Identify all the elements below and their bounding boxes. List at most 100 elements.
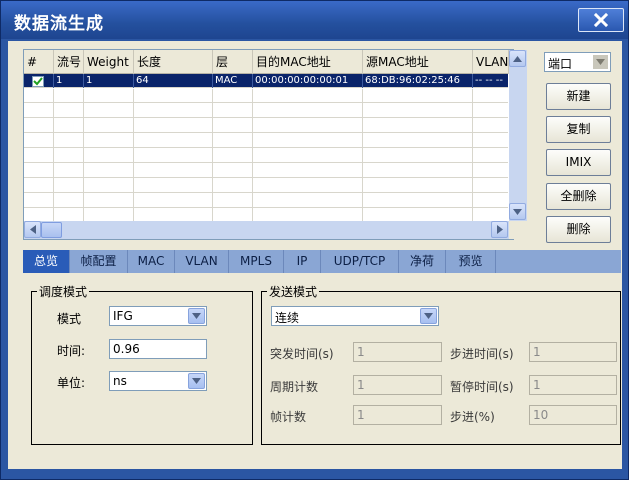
scroll-corner	[509, 221, 527, 239]
tab-bar: 总览 帧配置 MAC VLAN MPLS IP UDP/TCP 净荷 预览	[23, 250, 621, 273]
step-percent-input[interactable]: 10	[529, 405, 617, 425]
port-select-value: 端口	[548, 57, 573, 71]
cell-length: 64	[134, 74, 213, 88]
grid-line	[472, 89, 473, 221]
grid-line	[362, 89, 363, 221]
pause-time-input[interactable]: 1	[529, 375, 617, 395]
cell-src-mac: 68:DB:96:02:25:46	[363, 74, 473, 88]
checkmark-icon	[33, 77, 43, 86]
tab-frame-config[interactable]: 帧配置	[70, 250, 128, 273]
send-mode-dropdown-button[interactable]	[420, 308, 437, 324]
scroll-right-button[interactable]	[491, 221, 508, 238]
port-select[interactable]: 端口	[544, 52, 611, 72]
column-header-index[interactable]: #	[24, 50, 54, 74]
schedule-mode-group: 调度模式 模式 IFG 时间: 0.96 单位: ns	[31, 283, 253, 445]
scroll-up-button[interactable]	[509, 50, 526, 67]
tab-mac[interactable]: MAC	[128, 250, 175, 273]
close-button[interactable]	[578, 8, 624, 32]
table-header: # 流号 Weight 长度 层 目的MAC地址 源MAC地址 VLAN	[24, 50, 509, 74]
grid-line	[83, 89, 84, 221]
send-mode-group: 发送模式 连续 突发时间(s) 1 步进时间(s) 1 周期计数 1 暂停时间(…	[261, 283, 621, 445]
cell-flow: 1	[54, 74, 84, 88]
overview-panel: 调度模式 模式 IFG 时间: 0.96 单位: ns 发送模式 连续 突发时间…	[23, 273, 621, 463]
column-header-dst-mac[interactable]: 目的MAC地址	[253, 50, 363, 74]
vertical-scrollbar[interactable]	[509, 50, 527, 223]
chevron-down-icon	[596, 59, 605, 65]
frame-count-input[interactable]: 1	[353, 405, 442, 425]
cell-weight: 1	[84, 74, 134, 88]
dialog-window: 数据流生成 # 流号 Weight 长度 层 目的MAC地址 源MAC地址 VL…	[0, 0, 629, 480]
schedule-mode-title: 调度模式	[37, 283, 90, 300]
mode-select[interactable]: IFG	[109, 306, 207, 326]
table-row-empty	[24, 164, 508, 178]
close-icon	[593, 12, 609, 28]
mode-dropdown-button[interactable]	[188, 308, 205, 324]
column-header-flow[interactable]: 流号	[54, 50, 84, 74]
delete-button[interactable]: 删除	[546, 216, 611, 243]
table-row-empty	[24, 179, 508, 193]
period-count-input[interactable]: 1	[353, 375, 442, 395]
mode-value: IFG	[113, 309, 133, 323]
pause-time-label: 暂停时间(s)	[450, 380, 514, 394]
scroll-left-button[interactable]	[24, 221, 41, 238]
arrow-down-icon	[513, 208, 522, 215]
port-select-dropdown-button[interactable]	[592, 54, 609, 70]
unit-select[interactable]: ns	[109, 371, 207, 391]
horizontal-scroll-thumb[interactable]	[41, 222, 62, 238]
tab-ip[interactable]: IP	[284, 250, 321, 273]
arrow-left-icon	[29, 225, 36, 234]
table-row-empty	[24, 89, 508, 103]
cell-vlan: -- -- --	[473, 74, 508, 88]
step-time-input[interactable]: 1	[529, 342, 617, 362]
table-row-empty	[24, 194, 508, 208]
column-header-length[interactable]: 长度	[134, 50, 213, 74]
chevron-down-icon	[192, 313, 201, 319]
frame-count-label: 帧计数	[270, 410, 307, 424]
table-row-empty	[24, 209, 508, 221]
title-bar[interactable]: 数据流生成	[1, 1, 628, 39]
imix-button[interactable]: IMIX	[546, 149, 611, 176]
period-count-label: 周期计数	[270, 380, 319, 394]
copy-button[interactable]: 复制	[546, 116, 611, 143]
table-row[interactable]: 1 1 64 MAC 00:00:00:00:00:01 68:DB:96:02…	[24, 74, 508, 88]
unit-label: 单位:	[57, 376, 86, 390]
send-mode-value: 连续	[275, 311, 300, 325]
tab-udp-tcp[interactable]: UDP/TCP	[321, 250, 399, 273]
grid-line	[53, 89, 54, 221]
time-label: 时间:	[57, 344, 86, 358]
unit-dropdown-button[interactable]	[188, 373, 205, 389]
tab-vlan[interactable]: VLAN	[175, 250, 229, 273]
column-header-vlan[interactable]: VLAN	[473, 50, 509, 74]
send-mode-title: 发送模式	[267, 283, 320, 300]
chevron-down-icon	[424, 313, 433, 319]
row-checkbox[interactable]	[32, 76, 44, 87]
time-input[interactable]: 0.96	[109, 339, 207, 359]
mode-label: 模式	[57, 312, 82, 326]
table-row-empty	[24, 134, 508, 148]
table-body: 1 1 64 MAC 00:00:00:00:00:01 68:DB:96:02…	[24, 74, 508, 221]
column-header-layer[interactable]: 层	[213, 50, 253, 74]
grid-line	[212, 89, 213, 221]
tab-overview[interactable]: 总览	[23, 250, 70, 273]
horizontal-scrollbar[interactable]	[24, 221, 509, 239]
tab-payload[interactable]: 净荷	[399, 250, 446, 273]
arrow-up-icon	[513, 55, 522, 62]
stream-table: # 流号 Weight 长度 层 目的MAC地址 源MAC地址 VLAN 1 1…	[23, 49, 527, 240]
send-mode-select[interactable]: 连续	[271, 306, 439, 326]
burst-time-input[interactable]: 1	[353, 342, 442, 362]
scroll-down-button[interactable]	[509, 203, 526, 220]
table-row-empty	[24, 119, 508, 133]
table-row-empty	[24, 104, 508, 118]
column-header-weight[interactable]: Weight	[84, 50, 134, 74]
new-button[interactable]: 新建	[546, 83, 611, 110]
column-header-src-mac[interactable]: 源MAC地址	[363, 50, 473, 74]
row-check-cell	[24, 74, 54, 88]
step-percent-label: 步进(%)	[450, 410, 495, 424]
table-row-empty	[24, 149, 508, 163]
delete-all-button[interactable]: 全删除	[546, 183, 611, 210]
cell-dst-mac: 00:00:00:00:00:01	[253, 74, 363, 88]
tab-mpls[interactable]: MPLS	[229, 250, 284, 273]
window-title: 数据流生成	[14, 14, 104, 34]
burst-time-label: 突发时间(s)	[270, 347, 334, 361]
tab-preview[interactable]: 预览	[446, 250, 496, 273]
